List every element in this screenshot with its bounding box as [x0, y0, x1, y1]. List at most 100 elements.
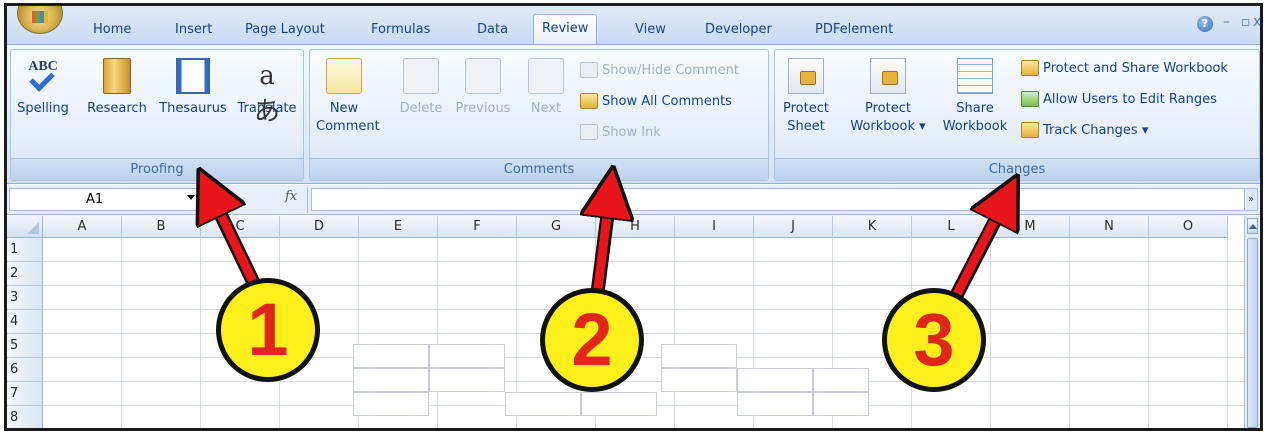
- row-header[interactable]: 6: [7, 358, 43, 382]
- formula-input[interactable]: [311, 188, 1251, 211]
- protect-sheet-button[interactable]: Protect Sheet: [779, 58, 833, 136]
- thesaurus-button[interactable]: Thesaurus: [153, 58, 233, 118]
- spelling-button[interactable]: ABC Spelling: [17, 58, 69, 118]
- tab-page-layout[interactable]: Page Layout: [237, 18, 333, 44]
- delete-comment-icon: [403, 58, 439, 94]
- select-all-corner[interactable]: [7, 216, 43, 238]
- restore-icon[interactable]: ▫: [1241, 14, 1251, 30]
- watermark-box: [353, 344, 429, 368]
- scrollbar-thumb[interactable]: [1247, 238, 1258, 428]
- watermark-box: [737, 392, 813, 416]
- protect-share-icon: [1021, 59, 1039, 76]
- column-header[interactable]: D: [280, 216, 359, 238]
- tab-pdfelement[interactable]: PDFelement: [807, 18, 901, 44]
- column-header[interactable]: G: [517, 216, 596, 238]
- show-ink-icon: [580, 123, 598, 140]
- vertical-scrollbar[interactable]: [1244, 216, 1260, 428]
- column-header[interactable]: O: [1149, 216, 1228, 238]
- thesaurus-book-icon: [176, 58, 210, 94]
- row-header[interactable]: 8: [7, 406, 43, 428]
- expand-formula-bar-icon[interactable]: »: [1244, 188, 1258, 211]
- tab-developer[interactable]: Developer: [697, 18, 780, 44]
- scroll-up-icon[interactable]: [1247, 218, 1258, 234]
- column-header[interactable]: B: [122, 216, 201, 238]
- column-header[interactable]: E: [359, 216, 438, 238]
- watermark-box: [353, 368, 429, 392]
- row-header[interactable]: 7: [7, 382, 43, 406]
- row-header[interactable]: 2: [7, 262, 43, 286]
- name-box-dropdown-icon[interactable]: [187, 195, 195, 200]
- next-comment-icon: [528, 58, 564, 94]
- tab-home[interactable]: Home: [85, 18, 139, 44]
- show-hide-comment-icon: [580, 61, 598, 78]
- insert-function-icon[interactable]: fx: [285, 189, 297, 204]
- next-comment-button[interactable]: Next: [522, 58, 570, 118]
- allow-users-edit-ranges-button[interactable]: Allow Users to Edit Ranges: [1021, 89, 1217, 111]
- row-header[interactable]: 4: [7, 310, 43, 334]
- watermark-box: [737, 368, 813, 392]
- watermark-box: [505, 392, 581, 416]
- column-header[interactable]: H: [596, 216, 675, 238]
- show-all-comments-button[interactable]: Show All Comments: [580, 91, 732, 113]
- translate-button[interactable]: aあ Translate: [233, 58, 301, 127]
- close-icon[interactable]: x: [1253, 14, 1260, 30]
- watermark-box: [813, 392, 869, 416]
- formula-bar-divider: [307, 187, 308, 213]
- delete-comment-button[interactable]: Delete: [394, 58, 448, 118]
- protect-workbook-button[interactable]: Protect Workbook ▾: [841, 58, 935, 136]
- column-header[interactable]: A: [43, 216, 122, 238]
- minimize-icon[interactable]: –: [1223, 14, 1230, 30]
- watermark-box: [581, 392, 657, 416]
- spelling-check-icon: ABC: [25, 58, 61, 94]
- watermark-box: [661, 344, 737, 368]
- show-hide-comment-button[interactable]: Show/Hide Comment: [580, 60, 739, 82]
- watermark-box: [661, 368, 737, 392]
- column-header[interactable]: L: [912, 216, 991, 238]
- protect-workbook-lock-icon: [870, 58, 906, 94]
- protect-and-share-workbook-button[interactable]: Protect and Share Workbook: [1021, 58, 1228, 80]
- callout-badge-1: 1: [216, 278, 320, 382]
- row-header[interactable]: 1: [7, 238, 43, 262]
- track-changes-icon: [1021, 121, 1039, 138]
- watermark-box: [429, 368, 505, 392]
- track-changes-button[interactable]: Track Changes ▾: [1021, 120, 1148, 142]
- new-comment-icon: [326, 58, 362, 94]
- office-button[interactable]: [17, 6, 63, 34]
- protect-sheet-lock-icon: [788, 58, 824, 94]
- callout-badge-2: 2: [540, 288, 644, 392]
- office-logo-icon: [32, 11, 48, 23]
- show-all-comments-icon: [580, 92, 598, 109]
- watermark-box: [429, 344, 505, 368]
- row-header[interactable]: 5: [7, 334, 43, 358]
- allow-users-icon: [1021, 90, 1039, 107]
- group-label-proofing: Proofing: [11, 158, 303, 180]
- column-header[interactable]: N: [1070, 216, 1149, 238]
- group-changes: Protect Sheet Protect Workbook ▾ Share W…: [774, 49, 1260, 181]
- watermark-box: [813, 368, 869, 392]
- previous-comment-icon: [465, 58, 501, 94]
- research-book-icon: [103, 58, 131, 94]
- help-icon[interactable]: ?: [1197, 16, 1213, 32]
- group-label-changes: Changes: [775, 158, 1259, 180]
- research-button[interactable]: Research: [83, 58, 151, 118]
- ribbon-tab-strip: Home Insert Page Layout Formulas Data Re…: [7, 6, 1260, 45]
- column-header[interactable]: F: [438, 216, 517, 238]
- column-header[interactable]: M: [991, 216, 1070, 238]
- share-workbook-button[interactable]: Share Workbook: [935, 58, 1015, 136]
- column-header[interactable]: K: [833, 216, 912, 238]
- row-header[interactable]: 3: [7, 286, 43, 310]
- tab-formulas[interactable]: Formulas: [363, 18, 438, 44]
- new-comment-button[interactable]: New Comment: [316, 58, 380, 136]
- watermark-box: [353, 392, 429, 416]
- show-ink-button[interactable]: Show Ink: [580, 122, 661, 144]
- column-header[interactable]: C: [201, 216, 280, 238]
- column-header[interactable]: I: [675, 216, 754, 238]
- column-header[interactable]: J: [754, 216, 833, 238]
- tab-review[interactable]: Review: [533, 14, 598, 45]
- tab-insert[interactable]: Insert: [167, 18, 220, 44]
- tab-view[interactable]: View: [627, 18, 674, 44]
- name-box[interactable]: A1: [9, 188, 199, 211]
- formula-bar: A1 fx »: [7, 185, 1260, 215]
- previous-comment-button[interactable]: Previous: [452, 58, 514, 118]
- tab-data[interactable]: Data: [469, 18, 516, 44]
